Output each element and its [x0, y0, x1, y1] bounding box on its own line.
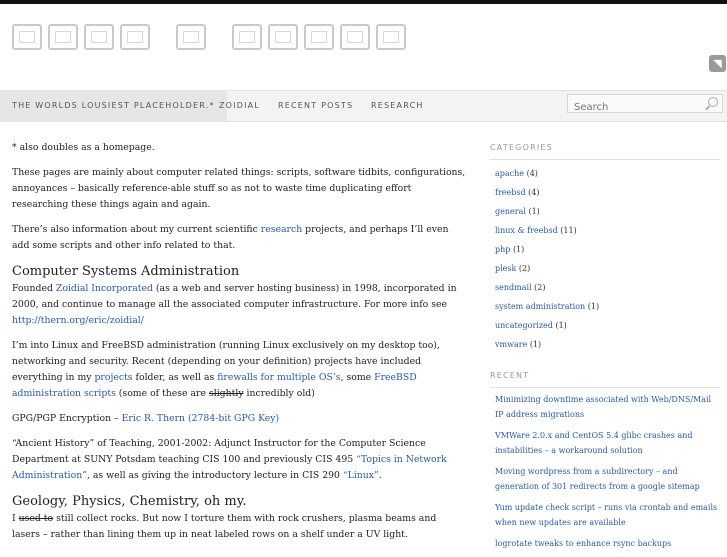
- recent-heading: RECENT: [490, 366, 720, 388]
- gpg-key-link[interactable]: Eric R. Thern (2784-bit GPG Key): [122, 413, 280, 424]
- category-item: system administration (1): [495, 297, 720, 316]
- firewalls-link[interactable]: firewalls for multiple OS’s: [217, 372, 340, 383]
- recent-section: RECENT Minimizing downtime associated wi…: [490, 366, 720, 551]
- logo-letter: [176, 24, 206, 50]
- category-link[interactable]: general: [495, 207, 526, 216]
- category-count: (2): [534, 283, 546, 292]
- category-count: (1): [555, 321, 567, 330]
- category-count: (1): [512, 245, 525, 254]
- categories-list: apache (4) freebsd (4) general (1) linux…: [490, 164, 720, 354]
- linux-course-link[interactable]: “Linux”: [343, 470, 379, 481]
- recent-item: Minimizing downtime associated with Web/…: [495, 392, 720, 422]
- linux-paragraph: I’m into Linux and FreeBSD administratio…: [12, 340, 440, 399]
- category-item: plesk (2): [495, 259, 720, 278]
- category-link[interactable]: linux & freebsd: [495, 226, 558, 235]
- nav-item-recent-posts[interactable]: RECENT POSTS: [278, 91, 353, 121]
- section-heading-sysadmin: Computer Systems Administration: [12, 264, 240, 279]
- sidebar: CATEGORIES apache (4) freebsd (4) genera…: [490, 138, 720, 557]
- category-link[interactable]: freebsd: [495, 188, 526, 197]
- top-bar: [0, 0, 727, 4]
- intro-paragraph: These pages are mainly about computer re…: [12, 167, 466, 210]
- recent-list: Minimizing downtime associated with Web/…: [490, 392, 720, 551]
- category-item: freebsd (4): [495, 183, 720, 202]
- category-item: php (1): [495, 240, 720, 259]
- category-link[interactable]: system administration: [495, 302, 585, 311]
- category-item: linux & freebsd (11): [495, 221, 720, 240]
- logo-letter: [84, 24, 114, 50]
- category-count: (1): [587, 302, 600, 311]
- logo-letter: [12, 24, 42, 50]
- category-item: general (1): [495, 202, 720, 221]
- recent-post-link[interactable]: VMWare 2.0.x and CentOS 5.4 glibc crashe…: [495, 431, 692, 455]
- recent-post-link[interactable]: Minimizing downtime associated with Web/…: [495, 395, 711, 419]
- logo-letter: [120, 24, 150, 50]
- category-count: (4): [528, 188, 540, 197]
- research-paragraph: There’s also information about my curren…: [12, 224, 449, 251]
- logo-letter: [304, 24, 334, 50]
- search-input[interactable]: [568, 99, 704, 116]
- category-link[interactable]: sendmail: [495, 283, 532, 292]
- research-link[interactable]: research: [261, 224, 302, 235]
- recent-item: VMWare 2.0.x and CentOS 5.4 glibc crashe…: [495, 428, 720, 458]
- category-item: vmware (1): [495, 335, 720, 354]
- nav-item-research[interactable]: RESEARCH: [371, 91, 424, 121]
- main-content: * also doubles as a homepage. These page…: [12, 140, 467, 552]
- search-icon[interactable]: [708, 97, 718, 107]
- zoidial-url-link[interactable]: http://thern.org/eric/zoidial/: [12, 315, 144, 326]
- zoidial-paragraph: Founded Zoidial Incorporated (as a web a…: [12, 283, 457, 326]
- logo-letter: [48, 24, 78, 50]
- search-box: [567, 94, 723, 116]
- logo-letter: [376, 24, 406, 50]
- teaching-paragraph: “Ancient History” of Teaching, 2001-2002…: [12, 438, 447, 481]
- recent-item: Yum update check script – runs via cront…: [495, 500, 720, 530]
- rss-feed-icon[interactable]: ◥: [709, 55, 726, 72]
- category-count: (2): [518, 264, 531, 273]
- category-item: apache (4): [495, 164, 720, 183]
- logo-letter: [340, 24, 370, 50]
- geology-paragraph: I used to still collect rocks. But now I…: [12, 513, 437, 540]
- category-count: (1): [529, 340, 542, 349]
- zoidial-link[interactable]: Zoidial Incorporated: [56, 283, 153, 294]
- intro-footnote: * also doubles as a homepage.: [12, 142, 155, 153]
- category-link[interactable]: plesk: [495, 264, 516, 273]
- category-count: (1): [528, 207, 540, 216]
- recent-item: Moving wordpress from a subdirectory – a…: [495, 464, 720, 494]
- logo-letter: [232, 24, 262, 50]
- logo-letter: [268, 24, 298, 50]
- recent-post-link[interactable]: logrotate tweaks to enhance rsync backup…: [495, 539, 671, 548]
- category-link[interactable]: php: [495, 245, 510, 254]
- recent-post-link[interactable]: Moving wordpress from a subdirectory – a…: [495, 467, 700, 491]
- category-count: (4): [526, 169, 538, 178]
- category-item: sendmail (2): [495, 278, 720, 297]
- category-link[interactable]: uncategorized: [495, 321, 553, 330]
- nav-item-home[interactable]: THE WORLDS LOUSIEST PLACEHOLDER.*: [0, 91, 227, 121]
- site-logo[interactable]: [12, 24, 406, 50]
- categories-heading: CATEGORIES: [490, 138, 720, 160]
- nav-item-zoidial[interactable]: ZOIDIAL: [219, 91, 260, 121]
- recent-post-link[interactable]: Yum update check script – runs via cront…: [495, 503, 717, 527]
- category-link[interactable]: apache: [495, 169, 524, 178]
- section-heading-geology: Geology, Physics, Chemistry, oh my.: [12, 494, 247, 509]
- projects-link[interactable]: projects: [94, 372, 132, 383]
- category-item: uncategorized (1): [495, 316, 720, 335]
- category-link[interactable]: vmware: [495, 340, 527, 349]
- gpg-paragraph: GPG/PGP Encryption – Eric R. Thern (2784…: [12, 413, 280, 424]
- recent-item: logrotate tweaks to enhance rsync backup…: [495, 536, 720, 551]
- category-count: (11): [560, 226, 577, 235]
